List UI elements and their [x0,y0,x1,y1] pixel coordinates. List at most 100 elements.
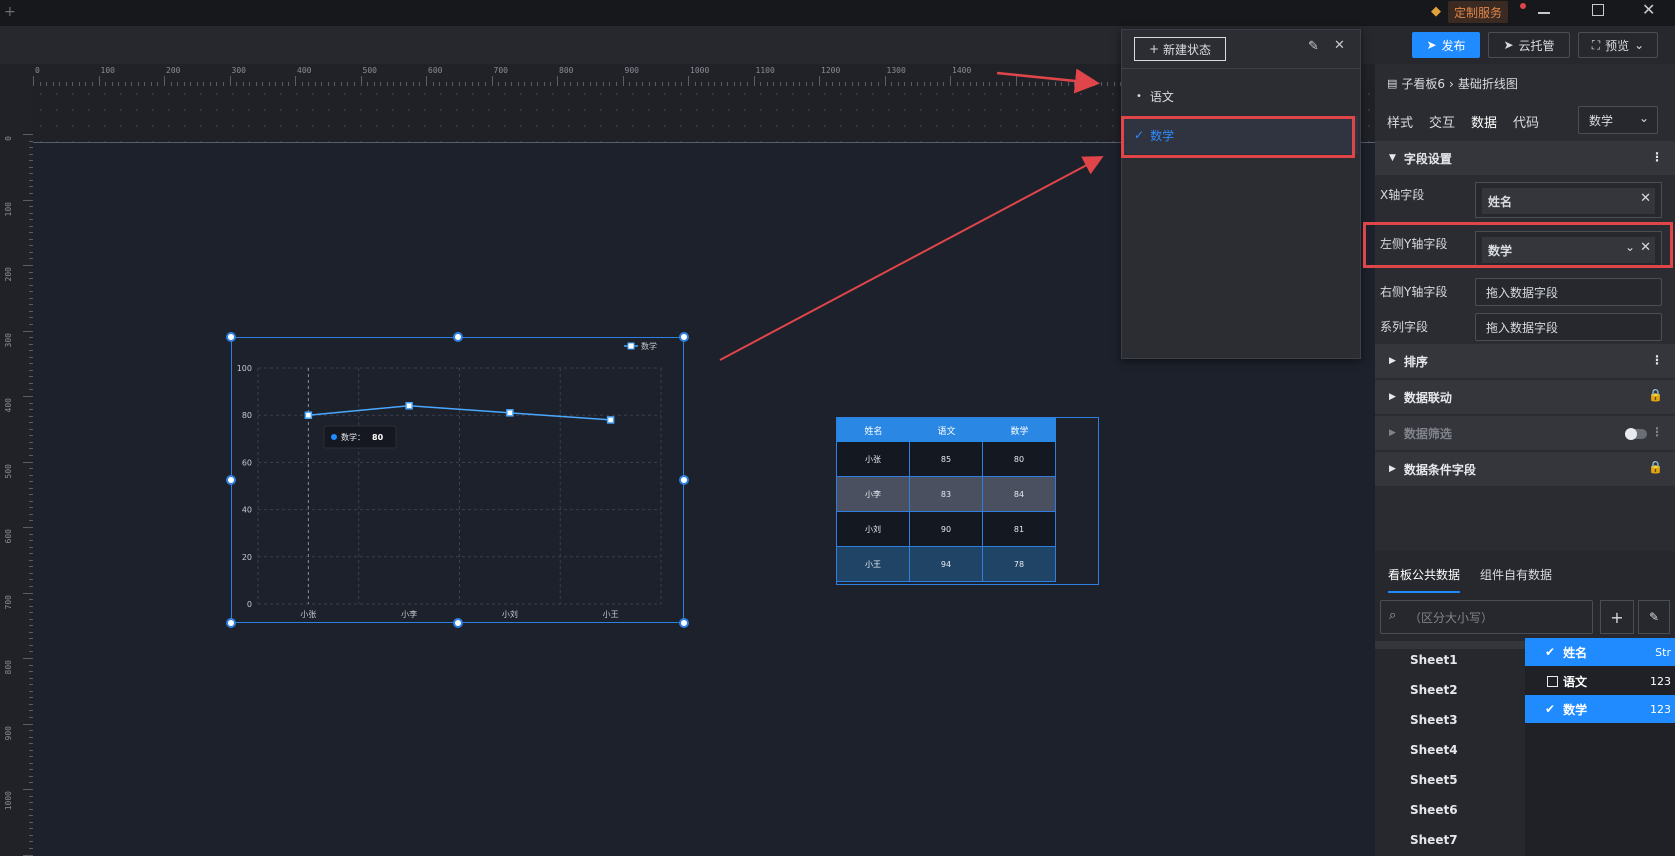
ruler-label: 800 [559,66,574,75]
sheet-item[interactable]: Sheet3 [1410,713,1458,727]
chevron-down-icon: ⌄ [1638,111,1649,125]
more-icon[interactable]: ⋮ [1651,353,1663,367]
sheet-item[interactable]: Sheet1 [1410,653,1458,667]
ruler-tick [1015,76,1017,86]
tab-code[interactable]: 代码 [1505,112,1547,143]
ruler-tick [23,330,33,332]
tab-data[interactable]: 数据 [1463,112,1506,143]
tab-public-data[interactable]: 看板公共数据 [1388,566,1461,593]
publish-button[interactable]: ➤ 发布 [1412,32,1480,58]
x-field-chip[interactable]: 姓名 [1482,188,1655,214]
resize-handle-bottom-right[interactable] [679,618,689,628]
x-tick-label: 小王 [603,610,619,619]
caret-down-icon: ▼ [1389,153,1396,163]
table-cell: 小张 [837,442,910,477]
diamond-icon: ◆ [1431,4,1441,19]
add-icon[interactable]: + [4,4,16,20]
state-popup: + 新建状态 ✎ ✕ • 语文 ✓ 数学 [1121,29,1361,359]
panel-tabs: 样式 交互 数据 代码 [1379,112,1547,143]
column-item[interactable]: 语文 123 [1525,667,1675,695]
y-tick-label: 60 [242,458,252,467]
cloud-hosting-button[interactable]: ➤ 云托管 [1488,32,1570,58]
table-header-cell: 姓名 [837,418,910,442]
tab-style[interactable]: 样式 [1379,112,1421,143]
ruler-label: 200 [166,66,181,75]
table-cell: 90 [910,512,983,547]
sheet-item[interactable]: Sheet6 [1410,803,1458,817]
more-icon[interactable]: ⋮ [1651,150,1663,164]
ruler-label: 100 [4,201,13,216]
resize-handle-bottom[interactable] [453,618,463,628]
resize-handle-top-left[interactable] [226,332,236,342]
sheet-item[interactable]: Sheet5 [1410,773,1458,787]
series-field-label: 系列字段 [1380,320,1429,334]
tooltip-value: 80 [372,433,384,442]
custom-service-button[interactable]: 定制服务 [1448,1,1509,23]
x-field-label: X轴字段 [1380,188,1425,202]
resize-handle-right[interactable] [679,475,689,485]
section-data-filter[interactable]: ▶ 数据筛选 ⋮ [1375,415,1675,450]
ruler-label: 900 [4,725,13,740]
table-cell: 78 [983,547,1056,582]
series-field-dropzone[interactable]: 拖入数据字段 [1475,313,1662,341]
lock-icon: 🔒 [1648,388,1663,402]
table-cell: 80 [983,442,1056,477]
tooltip-label: 数学： [341,432,365,442]
section-data-condition[interactable]: ▶ 数据条件字段 🔒 [1375,451,1675,486]
ruler-label: 500 [4,463,13,478]
resize-handle-top[interactable] [453,332,463,342]
section-data-linkage[interactable]: ▶ 数据联动 🔒 [1375,379,1675,414]
breadcrumb: ▤ 子看板6 › 基础折线图 [1387,75,1518,92]
ruler-tick [688,76,689,86]
add-data-button[interactable]: + [1600,600,1634,634]
right-y-field-dropzone[interactable]: 拖入数据字段 [1475,278,1662,306]
resize-handle-bottom-left[interactable] [226,618,236,628]
resize-handle-left[interactable] [226,475,236,485]
sheet-list-header [1375,641,1525,649]
right-y-field-label: 右侧Y轴字段 [1380,285,1448,299]
section-sort[interactable]: ▶ 排序 ⋮ [1375,343,1675,378]
x-tick-label: 小李 [401,609,417,619]
y-tick-label: 40 [242,506,252,515]
y-tick-label: 80 [242,411,252,420]
section-field-settings[interactable]: ▼ 字段设置 ⋮ [1375,140,1675,175]
column-item[interactable]: ✔ 数学 123 [1525,695,1675,723]
breadcrumb-parent[interactable]: 子看板6 [1401,75,1445,92]
ruler-tick [23,592,33,594]
ruler-tick [557,76,558,86]
resize-handle-top-right[interactable] [679,332,689,342]
data-point [405,402,413,410]
edit-data-button[interactable]: ✎ [1638,600,1670,634]
close-window-icon[interactable]: ✕ [1642,0,1655,19]
column-type: 123 [1650,702,1671,716]
ruler-tick [98,76,100,86]
document-icon: ▤ [1387,77,1398,90]
sheet-item[interactable]: Sheet2 [1410,683,1458,697]
bullet-icon: • [1136,91,1142,102]
x-field-dropzone[interactable]: 姓名 ✕ [1475,182,1662,218]
plus-icon: + [1148,42,1160,56]
ruler-tick [229,76,231,86]
sheet-item[interactable]: Sheet4 [1410,743,1458,757]
tab-interaction[interactable]: 交互 [1421,112,1463,143]
more-icon[interactable]: ⋮ [1651,425,1663,439]
ruler-label: 800 [4,660,13,675]
column-item[interactable]: ✔ 姓名 Str [1525,638,1675,666]
search-input[interactable]: ⌕ （区分大小写） [1380,600,1593,634]
new-state-button[interactable]: + 新建状态 [1134,37,1226,61]
data-point [304,411,313,419]
preview-button[interactable]: ⛶ 预览 ⌄ [1578,32,1658,58]
line-chart-component[interactable]: 0 20 40 60 80 100 小张 小李 小刘 小王 数学 数学： 80 [231,337,684,623]
state-select[interactable]: 数学 ⌄ [1578,106,1658,134]
filter-toggle[interactable] [1625,428,1647,440]
close-icon[interactable]: ✕ [1334,38,1345,53]
edit-icon[interactable]: ✎ [1308,39,1319,54]
maximize-icon[interactable] [1592,4,1604,16]
tab-own-data[interactable]: 组件自有数据 [1480,566,1552,583]
sheet-item[interactable]: Sheet7 [1410,833,1458,847]
state-item-chinese[interactable]: • 语文 [1136,88,1174,105]
minimize-icon[interactable] [1538,12,1550,14]
data-table-component[interactable]: 姓名 语文 数学 小张 85 80 小李 83 84 小刘 90 81 小王 9… [836,417,1099,585]
remove-icon[interactable]: ✕ [1640,191,1651,206]
check-icon: ✔ [1545,702,1556,716]
